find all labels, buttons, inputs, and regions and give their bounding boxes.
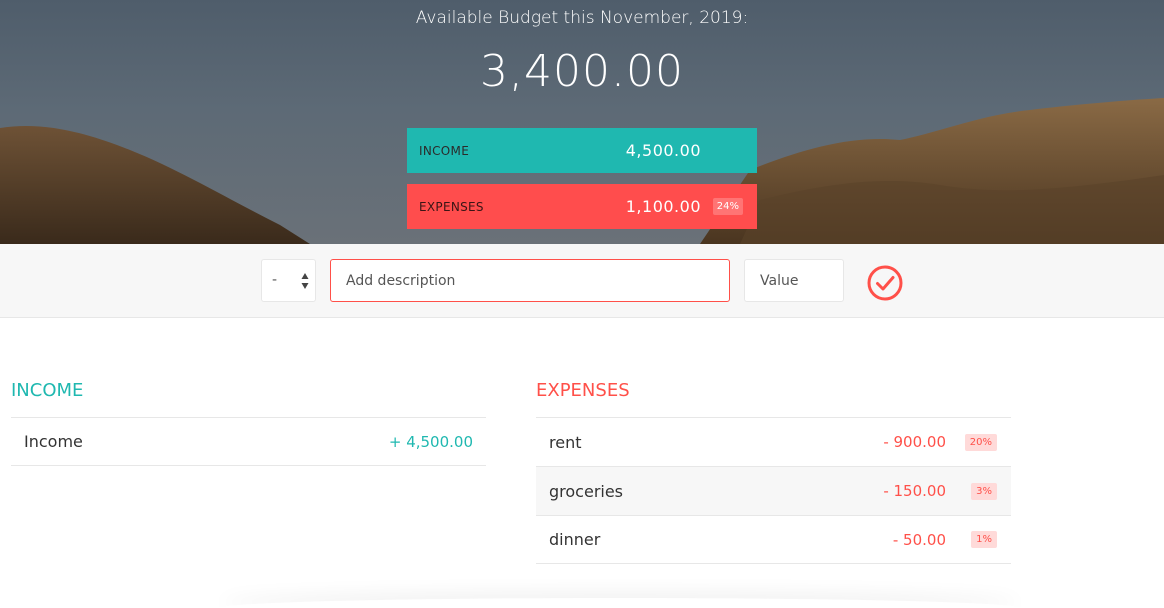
item-value: - 50.00 (892, 530, 946, 549)
type-select[interactable]: - (261, 259, 316, 302)
expenses-summary-value: 1,100.00 (625, 197, 701, 216)
item-value: + 4,500.00 (388, 432, 473, 451)
check-circle-icon[interactable] (866, 264, 904, 302)
item-percentage-badge: 3% (971, 482, 997, 500)
item-value: - 150.00 (883, 482, 946, 500)
description-input[interactable] (330, 259, 730, 302)
list-item[interactable]: groceries - 150.00 3% (536, 466, 1011, 515)
expenses-list: EXPENSES rent - 900.00 20% groceries - 1… (536, 376, 1011, 564)
item-description: rent (549, 432, 582, 452)
item-description: Income (24, 432, 83, 451)
item-value: - 900.00 (883, 433, 946, 451)
expenses-summary: EXPENSES 1,100.00 24% (407, 184, 757, 229)
expenses-summary-label: EXPENSES (419, 199, 484, 214)
income-summary-value: 4,500.00 (625, 141, 701, 160)
income-list: INCOME Income + 4,500.00 (11, 376, 486, 466)
list-item[interactable]: Income + 4,500.00 (11, 417, 486, 466)
item-description: groceries (549, 481, 624, 501)
expenses-list-title: EXPENSES (536, 380, 630, 401)
budget-header: Available Budget this November, 2019: 3,… (0, 0, 1164, 244)
select-arrows-icon (301, 273, 309, 289)
available-budget-value: 3,400.00 (480, 46, 684, 97)
item-percentage-badge: 1% (971, 531, 997, 548)
income-summary-label: INCOME (419, 143, 470, 158)
item-description: dinner (549, 530, 601, 549)
item-percentage-badge: 20% (964, 433, 997, 451)
budget-title: Available Budget this November, 2019: (415, 8, 749, 28)
type-select-value: - (272, 272, 278, 288)
expenses-percentage-badge: 24% (712, 198, 743, 215)
list-item[interactable]: dinner - 50.00 1% (536, 515, 1011, 564)
bottom-shadow (220, 598, 1020, 608)
list-item[interactable]: rent - 900.00 20% (536, 417, 1011, 466)
value-input[interactable] (744, 259, 844, 302)
income-list-title: INCOME (11, 380, 84, 401)
income-summary: INCOME 4,500.00 (407, 128, 757, 173)
add-entry-bar: - (0, 244, 1164, 318)
